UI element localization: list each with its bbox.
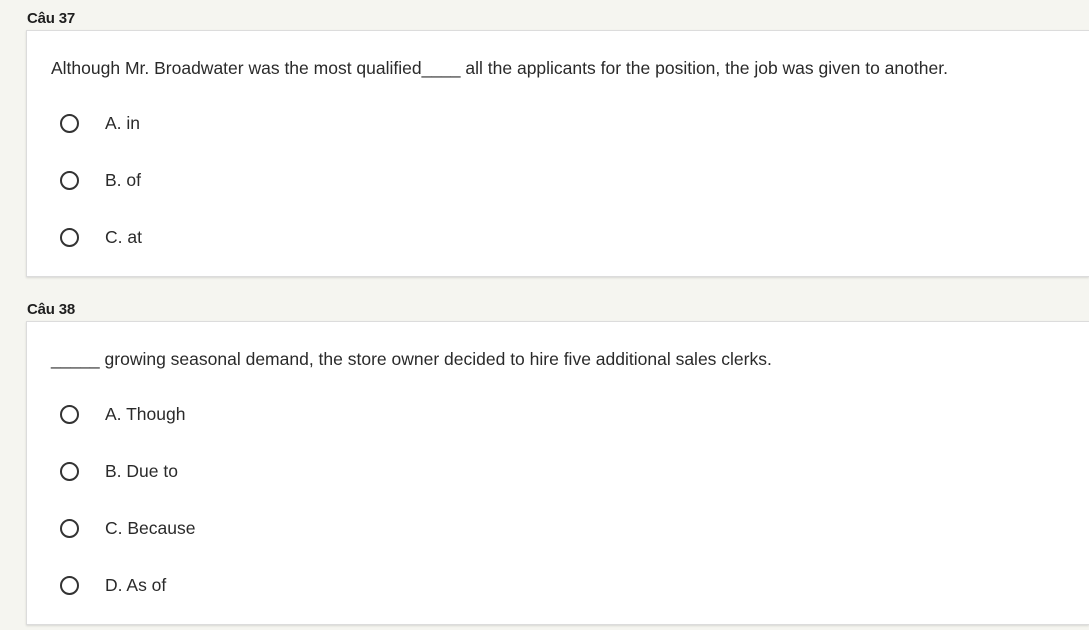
question-38-label: Câu 38 xyxy=(27,301,75,318)
radio-button-icon[interactable] xyxy=(60,575,79,595)
question-38-text: _____ growing seasonal demand, the store… xyxy=(51,349,772,369)
question-37-text: Although Mr. Broadwater was the most qua… xyxy=(51,58,948,78)
question-37-option-a[interactable]: A. in xyxy=(60,111,140,135)
question-38-card: _____ growing seasonal demand, the store… xyxy=(26,321,1089,625)
question-37-label: Câu 37 xyxy=(27,10,75,27)
option-label: A. Though xyxy=(105,403,186,424)
question-37-option-c[interactable]: C. at xyxy=(60,225,142,249)
question-38-option-d[interactable]: D. As of xyxy=(60,573,166,597)
option-label: D. As of xyxy=(105,574,167,595)
question-38-option-c[interactable]: C. Because xyxy=(60,516,195,540)
question-38-option-b[interactable]: B. Due to xyxy=(60,459,178,483)
question-37-option-b[interactable]: B. of xyxy=(60,168,141,192)
question-37-card: Although Mr. Broadwater was the most qua… xyxy=(26,30,1089,277)
radio-button-icon[interactable] xyxy=(60,113,79,133)
radio-button-icon[interactable] xyxy=(60,518,79,538)
radio-button-icon[interactable] xyxy=(60,227,79,247)
question-38-option-a[interactable]: A. Though xyxy=(60,402,185,426)
radio-button-icon[interactable] xyxy=(60,461,79,481)
radio-button-icon[interactable] xyxy=(60,404,79,424)
option-label: C. at xyxy=(105,226,142,247)
option-label: B. of xyxy=(105,169,141,190)
option-label: B. Due to xyxy=(105,460,178,481)
radio-button-icon[interactable] xyxy=(60,170,79,190)
option-label: A. in xyxy=(105,112,141,133)
option-label: C. Because xyxy=(105,517,196,538)
